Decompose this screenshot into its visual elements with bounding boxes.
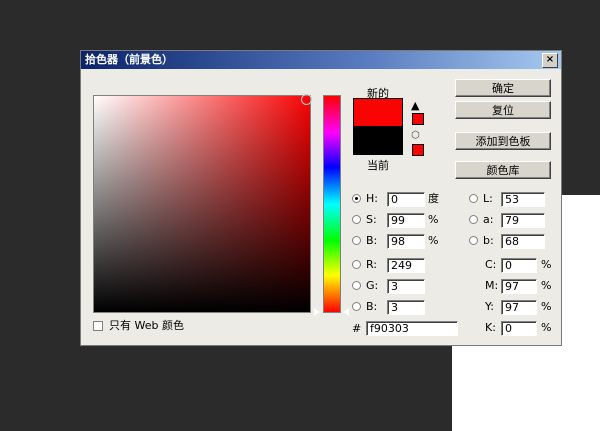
radio-a[interactable] — [469, 215, 478, 224]
hue-slider-right-arrow[interactable] — [343, 308, 349, 316]
k-unit: % — [541, 321, 552, 334]
web-safe-color-swatch[interactable] — [412, 144, 424, 156]
h-input[interactable]: 0 — [387, 192, 425, 207]
s-input[interactable]: 99 — [387, 213, 425, 228]
blue-label: B: — [366, 300, 378, 313]
hex-input[interactable]: f90303 — [366, 321, 458, 336]
c-input[interactable]: 0 — [501, 258, 537, 273]
c-unit: % — [541, 258, 552, 271]
lab-b-input[interactable]: 68 — [501, 234, 545, 249]
m-input[interactable]: 97 — [501, 279, 537, 294]
web-colors-only-checkbox[interactable] — [93, 321, 103, 331]
radio-g[interactable] — [352, 281, 361, 290]
gamut-color-swatch[interactable] — [412, 113, 424, 125]
s-label: S: — [366, 213, 377, 226]
g-label: G: — [366, 279, 379, 292]
b-input[interactable]: 98 — [387, 234, 425, 249]
s-unit: % — [428, 213, 439, 226]
y-input[interactable]: 97 — [501, 300, 537, 315]
k-input[interactable]: 0 — [501, 321, 537, 336]
y-label: Y: — [485, 300, 494, 313]
m-unit: % — [541, 279, 552, 292]
color-field[interactable] — [93, 94, 312, 313]
radio-blue[interactable] — [352, 302, 361, 311]
new-color-swatch — [353, 98, 403, 126]
dialog-title: 拾色器（前景色） — [85, 53, 173, 66]
radio-h[interactable] — [352, 194, 361, 203]
radio-s[interactable] — [352, 215, 361, 224]
ok-button[interactable]: 确定 — [455, 79, 551, 97]
r-input[interactable]: 249 — [387, 258, 425, 273]
radio-b[interactable] — [352, 236, 361, 245]
lab-b-label: b: — [483, 234, 494, 247]
current-color-swatch[interactable] — [353, 126, 403, 155]
a-label: a: — [483, 213, 494, 226]
h-unit: 度 — [428, 192, 439, 205]
y-unit: % — [541, 300, 552, 313]
b-label: B: — [366, 234, 378, 247]
l-label: L: — [483, 192, 493, 205]
l-input[interactable]: 53 — [501, 192, 545, 207]
g-input[interactable]: 3 — [387, 279, 425, 294]
web-colors-only-label: 只有 Web 颜色 — [109, 319, 184, 332]
dialog-titlebar: 拾色器（前景色） × — [81, 51, 561, 69]
radio-r[interactable] — [352, 260, 361, 269]
blue-input[interactable]: 3 — [387, 300, 425, 315]
close-button[interactable]: × — [542, 53, 558, 68]
add-to-swatches-button[interactable]: 添加到色板 — [455, 132, 551, 150]
c-label: C: — [485, 258, 497, 271]
current-color-label: 当前 — [367, 159, 389, 172]
hue-slider-left-arrow[interactable] — [314, 308, 320, 316]
radio-lab-b[interactable] — [469, 236, 478, 245]
out-of-gamut-warning-icon[interactable]: ▲ — [411, 99, 419, 112]
color-libraries-button[interactable]: 颜色库 — [455, 161, 551, 179]
h-label: H: — [366, 192, 378, 205]
k-label: K: — [485, 321, 496, 334]
radio-l[interactable] — [469, 194, 478, 203]
b-unit: % — [428, 234, 439, 247]
hue-slider[interactable] — [323, 95, 341, 313]
m-label: M: — [485, 279, 499, 292]
reset-button[interactable]: 复位 — [455, 101, 551, 119]
a-input[interactable]: 79 — [501, 213, 545, 228]
hex-label: # — [352, 322, 362, 335]
color-field-cursor[interactable] — [301, 94, 312, 105]
r-label: R: — [366, 258, 378, 271]
web-safe-cube-icon[interactable]: ⬡ — [411, 130, 420, 141]
color-picker-dialog: 拾色器（前景色） × 新的 当前 ▲ ⬡ 确定 复位 添加到色板 颜色库 H: … — [80, 50, 562, 346]
